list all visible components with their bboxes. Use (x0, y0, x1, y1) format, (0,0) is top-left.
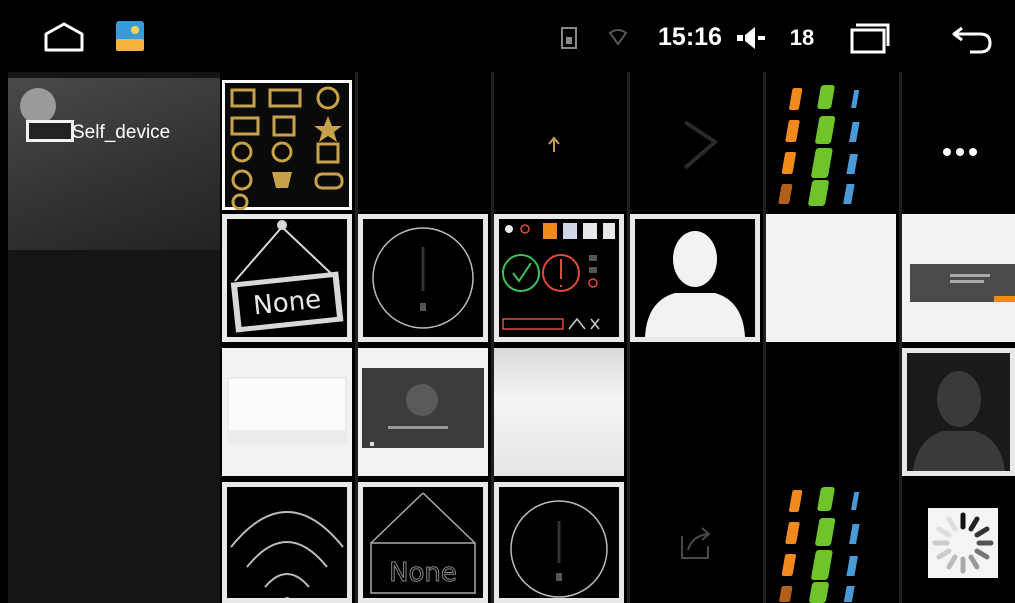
back-icon[interactable] (948, 20, 996, 56)
sidebar: Self_device (8, 72, 220, 603)
thumbnail-dark-blank[interactable] (358, 80, 488, 210)
thumbnail-dark-arrow[interactable] (494, 80, 624, 210)
thumbnail-person-silhouette[interactable] (630, 214, 760, 342)
thumbnail-more-dots[interactable] (902, 80, 1015, 210)
thumbnail-avatar-dark[interactable] (902, 348, 1015, 476)
thumbnail-check-error[interactable] (494, 214, 624, 342)
thumbnail-dialog-screenshot[interactable] (902, 214, 1015, 342)
thumbnail-dark-dialog[interactable] (358, 348, 488, 476)
grid-divider (899, 72, 902, 603)
device-folder-icon (16, 84, 76, 144)
volume-level: 18 (789, 25, 815, 50)
grid-divider (491, 72, 494, 603)
thumbnail-share-icon[interactable] (630, 482, 760, 603)
thumbnail-none-sign-dim[interactable]: None (358, 482, 488, 603)
thumbnail-none-sign[interactable]: None (222, 214, 352, 342)
home-icon[interactable] (42, 20, 86, 54)
recent-apps-icon[interactable] (848, 20, 892, 56)
thumbnail-gray-gradient[interactable] (494, 348, 624, 476)
thumbnail-media-icons[interactable] (222, 80, 352, 210)
thumbnail-dark-chevron[interactable] (630, 80, 760, 210)
sidebar-item-label: Self_device (72, 122, 171, 143)
wifi-icon (608, 28, 628, 46)
thumbnail-color-bars[interactable] (766, 80, 896, 210)
grid-divider (355, 72, 358, 603)
thumbnail-wifi-arcs[interactable] (222, 482, 352, 603)
thumbnail-loading-spinner[interactable] (902, 482, 1015, 603)
thumbnail-color-bars-2[interactable] (766, 482, 896, 603)
thumbnail-white-card[interactable] (222, 348, 352, 476)
thumbnail-circle-exclamation[interactable] (358, 214, 488, 342)
status-bar: 15:16 18 (0, 0, 1015, 72)
grid-divider (627, 72, 630, 603)
gallery-app-icon[interactable] (114, 19, 146, 53)
thumbnail-circle-exclamation-2[interactable] (494, 482, 624, 603)
sd-card-icon (560, 26, 578, 50)
sidebar-item-self-device[interactable]: Self_device (8, 78, 220, 250)
thumbnail-grid: None None (222, 72, 1015, 603)
grid-divider (763, 72, 766, 603)
volume-icon[interactable] (735, 25, 767, 51)
none-sign-dim-text: None (389, 558, 457, 588)
thumbnail-white-blank[interactable] (766, 214, 896, 342)
clock: 15:16 (658, 22, 722, 51)
thumbnail-dark-blank-2[interactable] (630, 348, 760, 476)
thumbnail-dark-blank-3[interactable] (766, 348, 896, 476)
